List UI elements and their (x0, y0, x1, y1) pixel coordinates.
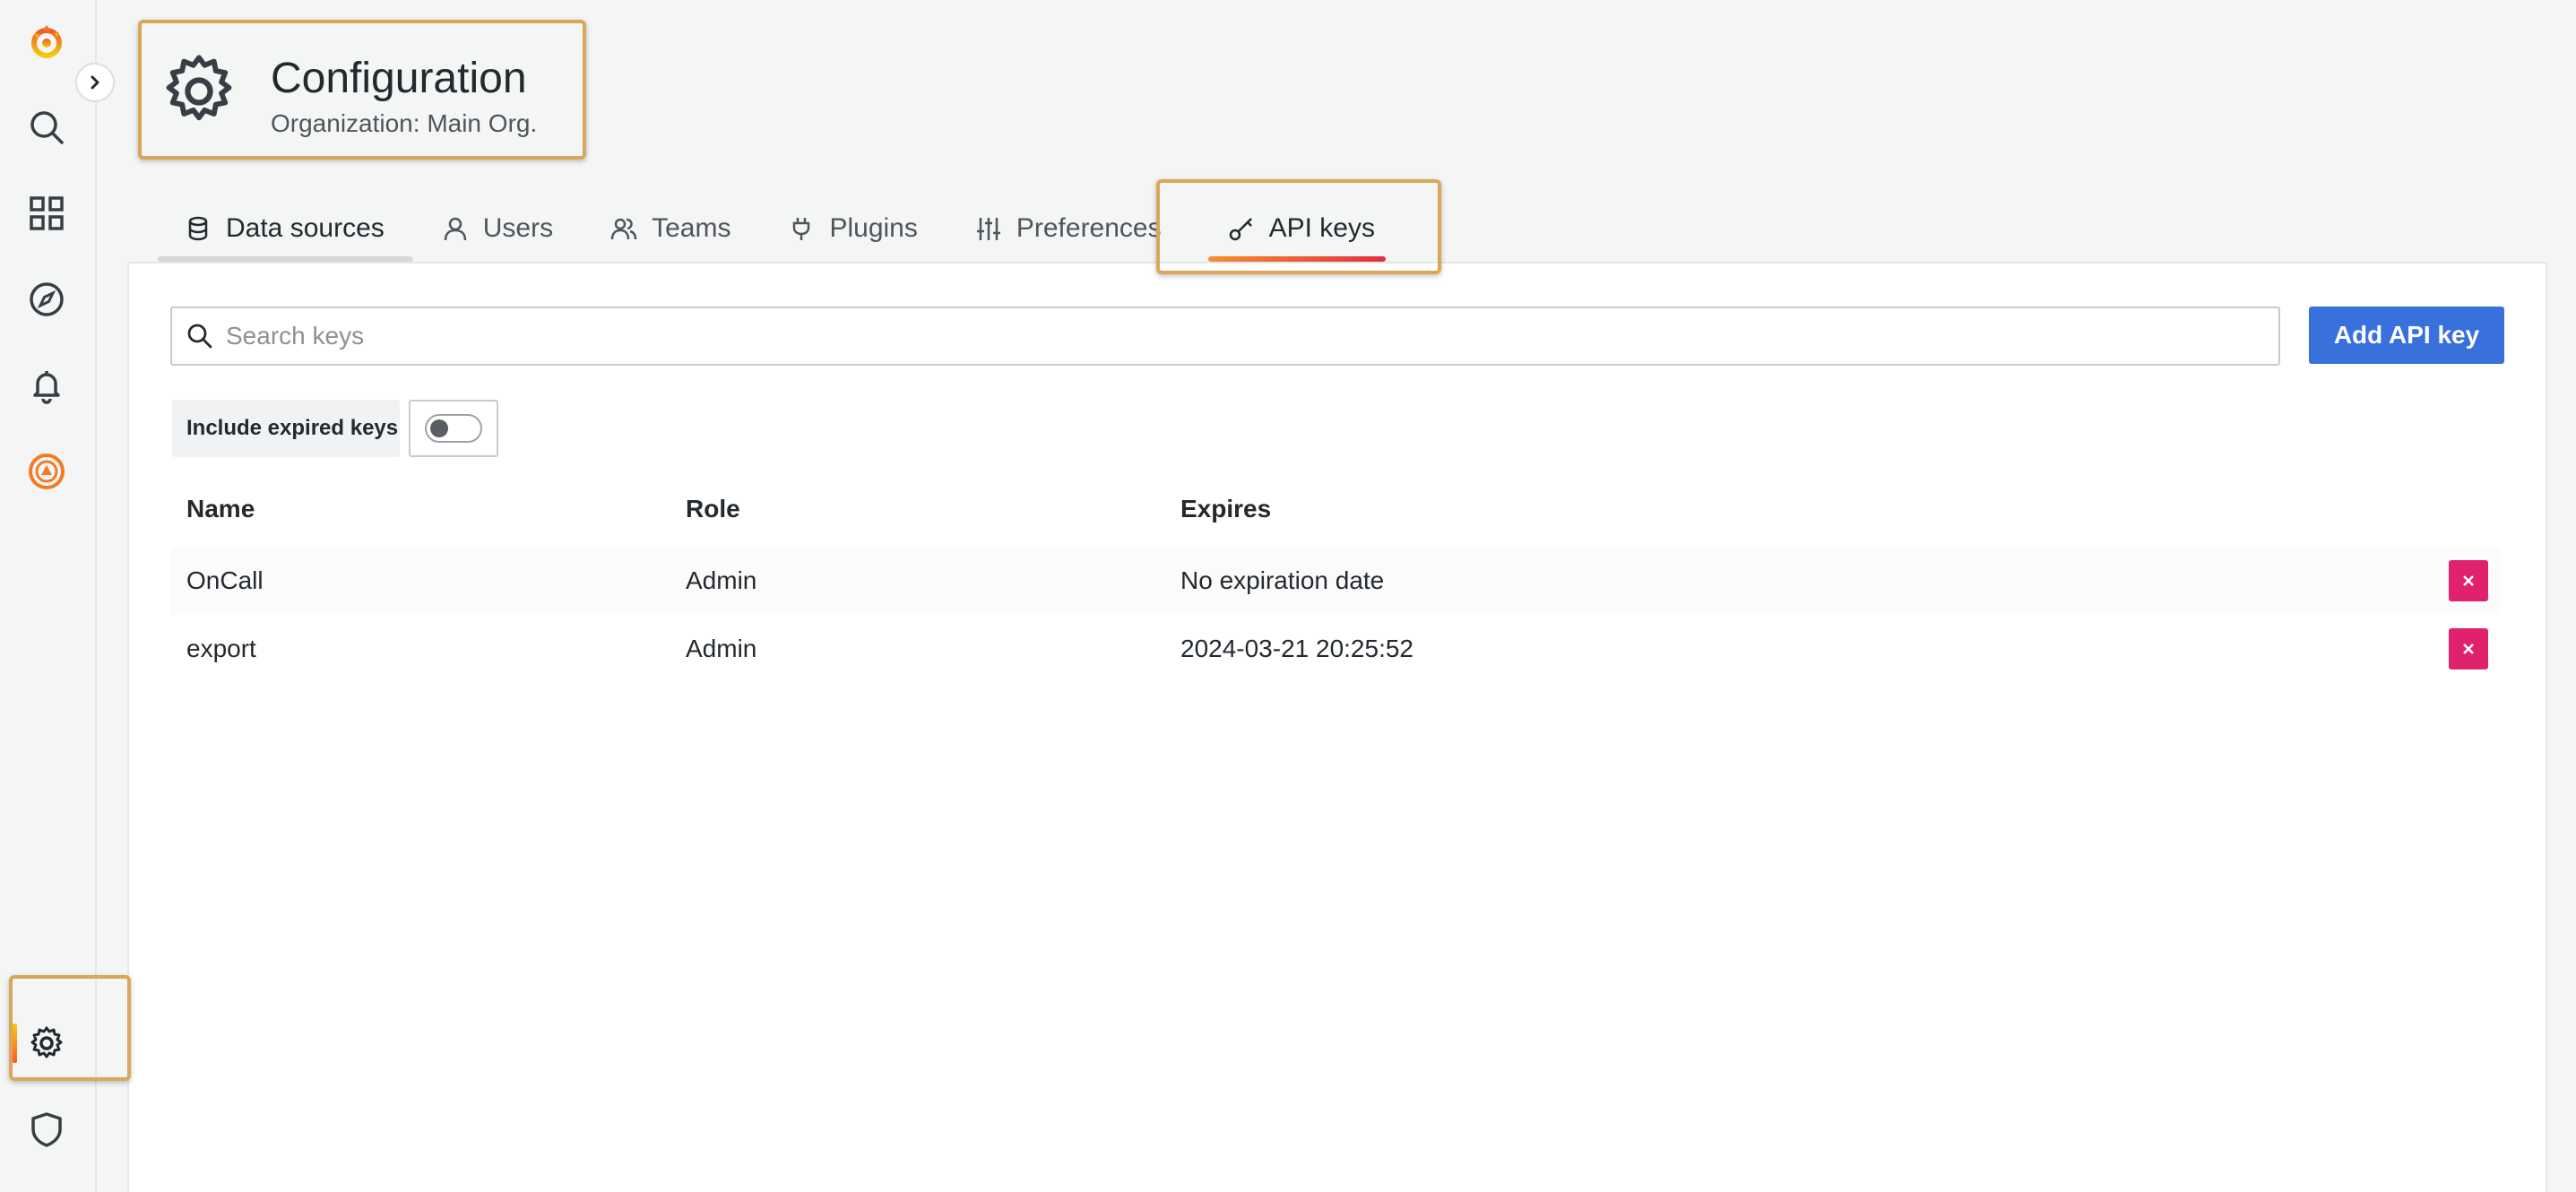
explore-icon[interactable] (16, 269, 77, 330)
configuration-header-icon (158, 50, 240, 133)
user-icon (444, 217, 466, 241)
tab-users[interactable]: Users (413, 199, 582, 258)
column-header-name: Name (186, 495, 255, 523)
dashboards-icon[interactable] (16, 183, 77, 244)
sidebar-expand-button[interactable] (75, 63, 115, 102)
alerting-icon[interactable] (16, 355, 77, 416)
tab-plugins[interactable]: Plugins (759, 199, 946, 258)
tab-preferences[interactable]: Preferences (947, 199, 1190, 258)
include-expired-toggle-wrapper[interactable] (409, 400, 498, 457)
cell-role: Admin (686, 566, 757, 594)
config-tabs: Data sources Users Teams Plugins Prefere… (158, 199, 1404, 262)
close-icon (2463, 575, 2474, 586)
configuration-icon[interactable] (16, 1013, 77, 1074)
oncall-icon[interactable] (16, 441, 77, 502)
search-icon (187, 324, 212, 349)
column-header-expires: Expires (1180, 495, 1272, 523)
tab-label: Preferences (1016, 213, 1162, 243)
users-icon (610, 218, 637, 240)
cell-expires: 2024-03-21 20:25:52 (1180, 635, 1413, 662)
search-box[interactable] (170, 307, 2280, 366)
app-root: Configuration Organization: Main Org. Da… (0, 0, 2576, 1192)
shield-icon[interactable] (16, 1099, 77, 1160)
tab-label: Plugins (829, 213, 918, 243)
cell-expires: No expiration date (1180, 566, 1385, 594)
tab-label: Teams (652, 213, 731, 243)
search-input[interactable] (226, 322, 2252, 350)
delete-key-button[interactable] (2449, 628, 2488, 669)
include-expired-label: Include expired keys (172, 400, 400, 457)
table-row: OnCall Admin No expiration date (170, 547, 2501, 615)
tab-data-sources[interactable]: Data sources (158, 199, 413, 262)
table-row: export Admin 2024-03-21 20:25:52 (170, 615, 2501, 683)
tab-label: Data sources (226, 213, 385, 243)
include-expired-toggle[interactable] (425, 414, 482, 443)
add-api-key-button[interactable]: Add API key (2309, 307, 2504, 364)
tab-teams[interactable]: Teams (582, 199, 759, 258)
key-icon (1229, 218, 1252, 241)
tab-api-keys[interactable]: API keys (1190, 199, 1404, 262)
cell-role: Admin (686, 635, 757, 662)
cell-name: export (186, 635, 256, 662)
tab-label: Users (482, 213, 554, 243)
page-subtitle: Organization: Main Org. (271, 109, 538, 137)
cell-name: OnCall (186, 566, 264, 594)
tab-label: API keys (1268, 213, 1375, 243)
sliders-icon (976, 218, 1000, 240)
column-header-role: Role (686, 495, 740, 523)
page-title: Configuration (271, 55, 527, 102)
search-icon[interactable] (16, 97, 77, 158)
chevron-right-icon (91, 75, 99, 90)
close-icon (2463, 644, 2474, 654)
database-icon (188, 216, 208, 241)
toggle-knob (430, 419, 448, 437)
sidebar (0, 0, 97, 1192)
grafana-logo-icon[interactable] (16, 11, 77, 72)
delete-key-button[interactable] (2449, 560, 2488, 601)
plug-icon (793, 218, 810, 240)
